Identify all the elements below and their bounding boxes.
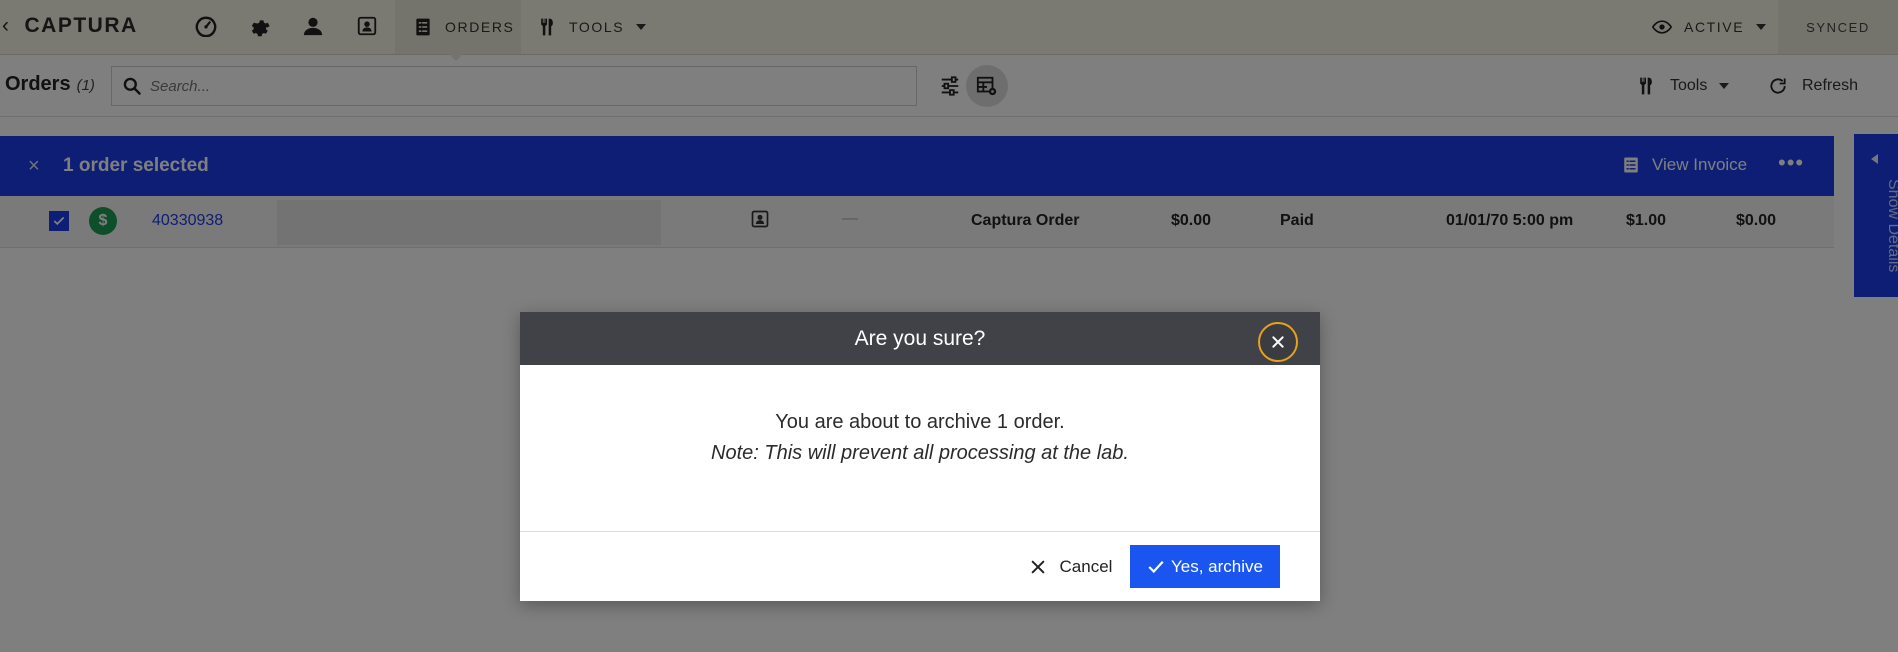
confirm-archive-button[interactable]: Yes, archive	[1130, 545, 1280, 588]
dialog-body: You are about to archive 1 order. Note: …	[520, 365, 1320, 532]
dialog-footer: Cancel Yes, archive	[520, 532, 1320, 601]
cancel-button[interactable]: Cancel	[1016, 546, 1126, 588]
close-icon	[1031, 560, 1044, 574]
dialog-close-button[interactable]	[1258, 322, 1298, 362]
cancel-button-label: Cancel	[1059, 557, 1113, 576]
dialog-note: Note: This will prevent all processing a…	[711, 442, 1129, 464]
check-icon	[1148, 560, 1164, 573]
confirm-archive-dialog: Are you sure? You are about to archive 1…	[520, 312, 1320, 601]
dialog-title: Are you sure?	[854, 326, 986, 350]
dialog-header: Are you sure?	[520, 312, 1320, 365]
confirm-archive-label: Yes, archive	[1171, 556, 1263, 576]
close-icon	[1272, 336, 1284, 348]
dialog-message: You are about to archive 1 order.	[775, 411, 1065, 433]
